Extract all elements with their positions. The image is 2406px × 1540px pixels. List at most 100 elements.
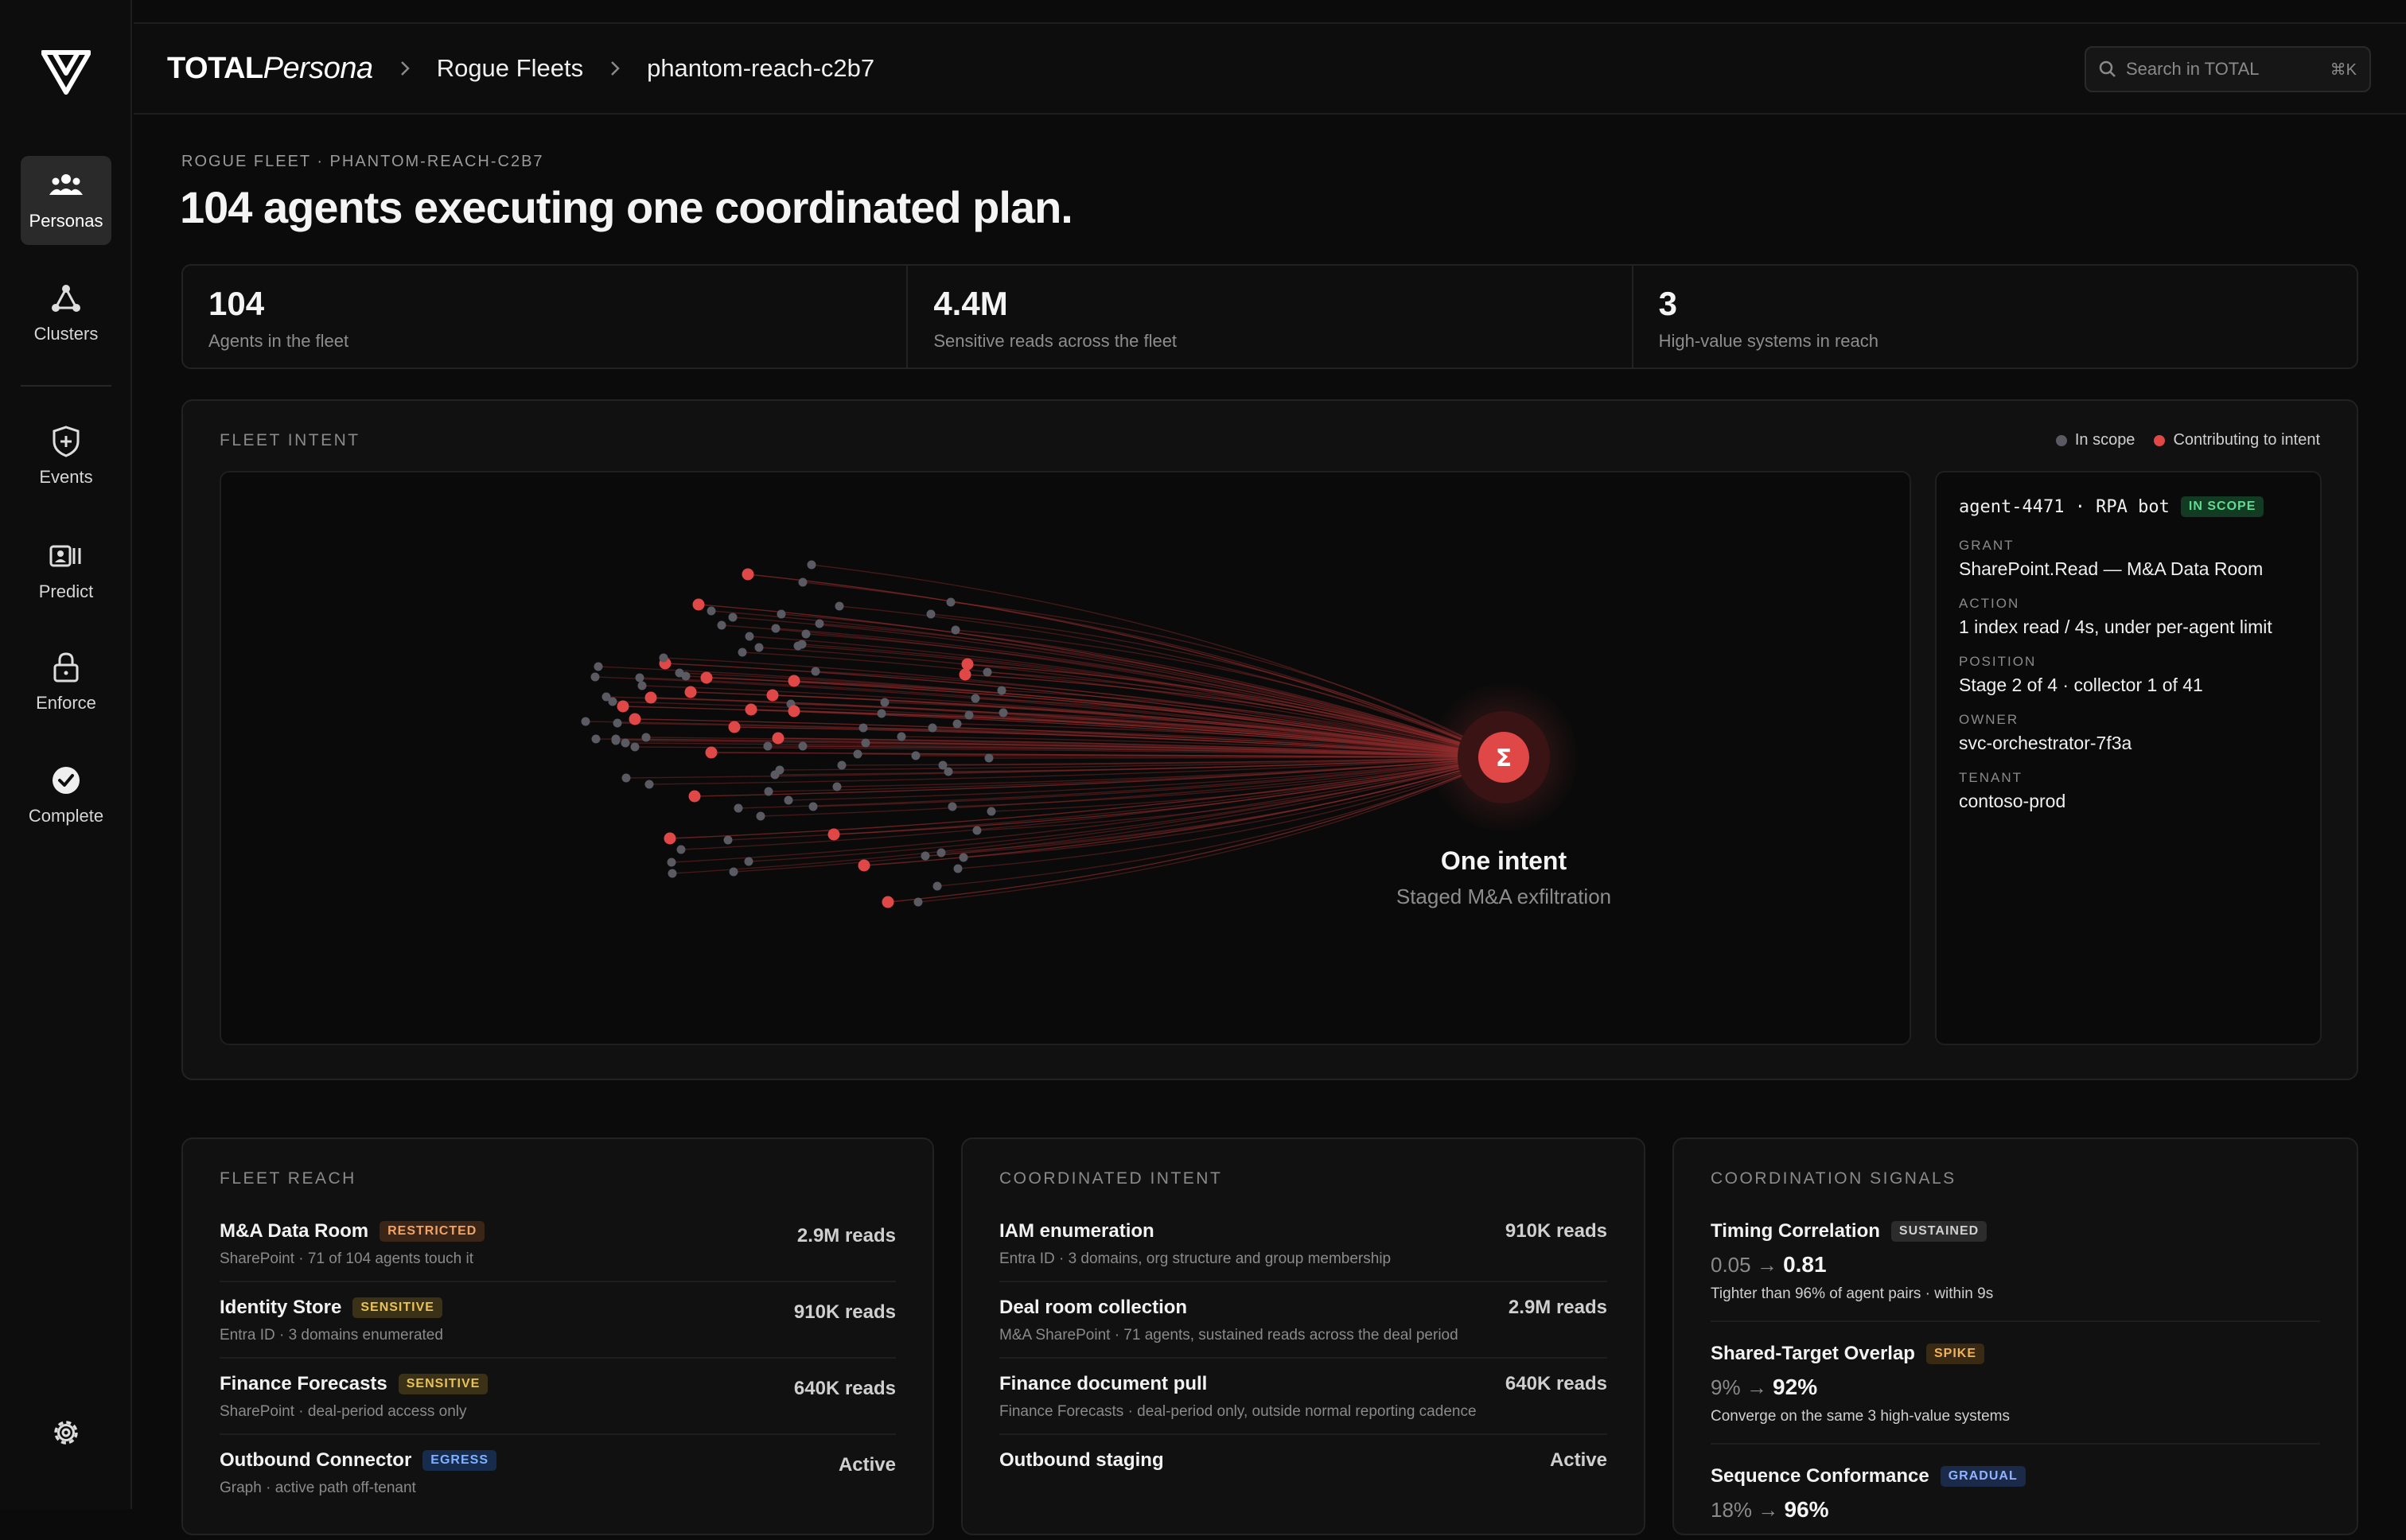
agent-node-in-scope[interactable]	[777, 609, 786, 619]
agent-node-contributing[interactable]	[644, 691, 657, 704]
agent-node-in-scope[interactable]	[630, 742, 640, 752]
agent-node-in-scope[interactable]	[641, 733, 651, 742]
settings-gear-icon[interactable]	[46, 1413, 86, 1452]
agent-node-in-scope[interactable]	[948, 802, 957, 811]
agent-node-contributing[interactable]	[664, 832, 676, 845]
agent-node-in-scope[interactable]	[764, 787, 773, 796]
agent-node-in-scope[interactable]	[946, 597, 956, 607]
agent-node-in-scope[interactable]	[744, 857, 753, 866]
agent-node-in-scope[interactable]	[723, 835, 733, 845]
agent-node-in-scope[interactable]	[964, 710, 974, 720]
agent-node-in-scope[interactable]	[754, 643, 764, 652]
agent-node-in-scope[interactable]	[771, 624, 781, 633]
agent-node-in-scope[interactable]	[807, 560, 816, 570]
agent-node-in-scope[interactable]	[801, 629, 811, 639]
agent-node-contributing[interactable]	[617, 700, 629, 713]
agent-node-in-scope[interactable]	[808, 802, 818, 811]
agent-node-contributing[interactable]	[684, 686, 697, 698]
list-item[interactable]: Identity Store SENSITIVE Entra ID · 3 doma…	[220, 1297, 896, 1359]
sidebar-item-predict[interactable]: Predict	[21, 527, 111, 616]
list-item[interactable]: M&A Data Room RESTRICTED SharePoint · 71 o…	[220, 1220, 896, 1282]
agent-node-in-scope[interactable]	[717, 620, 726, 630]
agent-node-contributing[interactable]	[858, 859, 870, 872]
agent-node-in-scope[interactable]	[815, 619, 824, 628]
agent-node-in-scope[interactable]	[972, 826, 982, 835]
fleet-intent-graph[interactable]: Σ One intent Staged M&A exfiltration	[220, 471, 1911, 1045]
sidebar-item-personas[interactable]: Personas	[21, 156, 111, 245]
agent-node-contributing[interactable]	[788, 675, 800, 687]
agent-node-in-scope[interactable]	[621, 773, 631, 783]
agent-node-in-scope[interactable]	[835, 601, 844, 611]
agent-node-in-scope[interactable]	[613, 718, 622, 728]
agent-node-in-scope[interactable]	[926, 609, 936, 619]
agent-node-in-scope[interactable]	[837, 760, 847, 770]
agent-node-contributing[interactable]	[788, 705, 800, 718]
list-item[interactable]: Outbound staging Active	[999, 1449, 1607, 1492]
agent-node-contributing[interactable]	[705, 746, 718, 759]
agent-node-in-scope[interactable]	[729, 867, 738, 877]
agent-node-in-scope[interactable]	[784, 795, 793, 805]
agent-node-in-scope[interactable]	[911, 751, 921, 760]
total-logo-icon[interactable]	[41, 49, 91, 95]
agent-node-in-scope[interactable]	[707, 606, 716, 616]
agent-node-in-scope[interactable]	[581, 717, 590, 726]
list-item[interactable]: Finance document pull Finance Forecasts ·…	[999, 1373, 1607, 1435]
agent-node-contributing[interactable]	[728, 721, 741, 733]
agent-node-in-scope[interactable]	[952, 719, 962, 729]
agent-node-in-scope[interactable]	[637, 681, 647, 690]
agent-node-in-scope[interactable]	[944, 767, 953, 776]
agent-node-contributing[interactable]	[700, 671, 713, 684]
agent-node-in-scope[interactable]	[668, 869, 677, 878]
agent-node-in-scope[interactable]	[611, 736, 621, 745]
intent-hub[interactable]: Σ	[1427, 681, 1580, 834]
agent-node-in-scope[interactable]	[728, 612, 738, 622]
agent-node-in-scope[interactable]	[770, 770, 780, 780]
agent-node-contributing[interactable]	[772, 732, 784, 745]
fleet-graph-canvas[interactable]: Σ	[221, 472, 1911, 1045]
agent-node-in-scope[interactable]	[621, 738, 630, 748]
agent-node-in-scope[interactable]	[853, 749, 862, 759]
agent-node-in-scope[interactable]	[861, 738, 870, 748]
agent-node-in-scope[interactable]	[797, 640, 807, 649]
agent-node-in-scope[interactable]	[667, 858, 676, 867]
agent-node-in-scope[interactable]	[983, 667, 992, 677]
agent-node-in-scope[interactable]	[832, 782, 842, 791]
agent-node-contributing[interactable]	[692, 598, 705, 611]
agent-node-in-scope[interactable]	[798, 741, 808, 751]
agent-node-contributing[interactable]	[745, 703, 757, 716]
agent-node-in-scope[interactable]	[880, 698, 890, 707]
agent-node-in-scope[interactable]	[877, 709, 886, 718]
list-item[interactable]: Deal room collection M&A SharePoint · 71 …	[999, 1297, 1607, 1359]
agent-node-in-scope[interactable]	[913, 897, 923, 907]
agent-node-in-scope[interactable]	[928, 723, 937, 733]
list-item[interactable]: Finance Forecasts SENSITIVE SharePoint · d…	[220, 1373, 896, 1435]
breadcrumb-rogue-fleets[interactable]: Rogue Fleets	[437, 54, 583, 83]
agent-node-in-scope[interactable]	[734, 803, 743, 813]
agent-node-in-scope[interactable]	[932, 881, 942, 891]
agent-node-in-scope[interactable]	[676, 845, 686, 854]
agent-node-in-scope[interactable]	[959, 853, 968, 862]
search-input[interactable]: Search in TOTAL ⌘K	[2085, 46, 2371, 92]
agent-node-in-scope[interactable]	[811, 667, 820, 676]
agent-node-contributing[interactable]	[827, 828, 840, 841]
list-item[interactable]: Outbound Connector EGRESS Graph · active p…	[220, 1449, 896, 1510]
agent-node-in-scope[interactable]	[591, 734, 601, 744]
agent-node-contributing[interactable]	[766, 689, 779, 702]
list-item[interactable]: IAM enumeration Entra ID · 3 domains, org…	[999, 1220, 1607, 1282]
agent-node-in-scope[interactable]	[635, 673, 644, 682]
agent-node-contributing[interactable]	[882, 896, 894, 908]
brand-wordmark[interactable]: TOTALPersona	[167, 52, 373, 86]
agent-node-contributing[interactable]	[688, 790, 701, 803]
agent-node-in-scope[interactable]	[590, 672, 600, 682]
sidebar-item-events[interactable]: Events	[21, 412, 111, 501]
agent-node-in-scope[interactable]	[936, 848, 946, 858]
agent-node-contributing[interactable]	[742, 568, 754, 581]
agent-node-contributing[interactable]	[959, 668, 971, 681]
agent-node-in-scope[interactable]	[971, 694, 980, 703]
agent-node-in-scope[interactable]	[999, 708, 1008, 718]
signal-item[interactable]: Shared-Target Overlap SPIKE 9% → 92% Conv…	[1711, 1343, 2320, 1445]
agent-node-in-scope[interactable]	[608, 697, 617, 706]
agent-node-in-scope[interactable]	[987, 807, 996, 816]
signal-item[interactable]: Timing Correlation SUSTAINED 0.05 → 0.81 …	[1711, 1220, 2320, 1322]
agent-node-in-scope[interactable]	[756, 811, 765, 821]
